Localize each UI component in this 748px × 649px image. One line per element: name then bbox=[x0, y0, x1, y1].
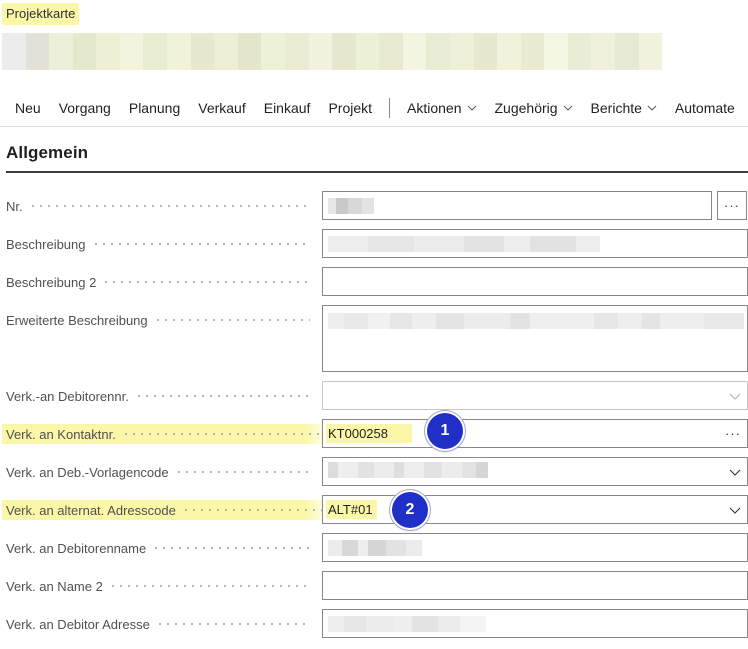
chevron-down-icon bbox=[729, 469, 741, 476]
redacted-value bbox=[328, 615, 486, 632]
label-kontaktnr: Verk. an Kontaktnr. bbox=[2, 424, 332, 444]
action-einkauf[interactable]: Einkauf bbox=[255, 89, 320, 126]
nr-assist-button[interactable]: ··· bbox=[717, 191, 747, 220]
action-planung[interactable]: Planung bbox=[120, 89, 189, 126]
label-adresscode: Verk. an alternat. Adresscode bbox=[2, 500, 332, 520]
action-automate[interactable]: Automate bbox=[666, 89, 744, 126]
chevron-down-icon bbox=[729, 507, 741, 514]
action-berichte-menu[interactable]: Berichte bbox=[582, 89, 666, 126]
adresscode-value: ALT#01 bbox=[326, 500, 377, 519]
label-debitorennr: Verk.-an Debitorennr. bbox=[2, 386, 318, 406]
label-vorlagencode: Verk. an Deb.-Vorlagencode bbox=[2, 462, 318, 482]
action-aktionen-label: Aktionen bbox=[407, 99, 462, 116]
redacted-value bbox=[328, 313, 744, 329]
adresscode-select[interactable]: ALT#01 bbox=[322, 495, 748, 524]
label-nr: Nr. bbox=[2, 196, 318, 216]
chevron-down-icon bbox=[647, 105, 657, 111]
page-type-label: Projektkarte bbox=[2, 3, 80, 25]
action-berichte-label: Berichte bbox=[590, 99, 642, 116]
section-header-allgemein[interactable]: Allgemein bbox=[6, 143, 748, 173]
kontaktnr-assist-button[interactable]: ··· bbox=[725, 426, 741, 441]
erweiterte-beschreibung-field[interactable] bbox=[322, 305, 748, 372]
debitor-adresse-field[interactable] bbox=[322, 609, 748, 638]
beschreibung-2-field[interactable] bbox=[322, 267, 748, 296]
redacted-value bbox=[328, 235, 600, 252]
action-verkauf[interactable]: Verkauf bbox=[189, 89, 254, 126]
annotation-badge-1: 1 bbox=[427, 413, 463, 449]
label-beschreibung-2: Beschreibung 2 bbox=[2, 272, 318, 292]
redacted-value bbox=[328, 197, 374, 214]
nr-field[interactable] bbox=[322, 191, 712, 220]
label-debitor-adresse: Verk. an Debitor Adresse bbox=[2, 614, 318, 634]
action-neu[interactable]: Neu bbox=[6, 89, 50, 126]
redacted-value bbox=[328, 539, 422, 556]
action-projekt[interactable]: Projekt bbox=[319, 89, 381, 126]
annotation-badge-2: 2 bbox=[392, 492, 428, 528]
vorlagencode-select[interactable] bbox=[322, 457, 748, 486]
action-zugehoerig-menu[interactable]: Zugehörig bbox=[486, 89, 582, 126]
kontaktnr-field[interactable]: KT000258 ··· bbox=[322, 419, 748, 448]
section-title: Allgemein bbox=[6, 143, 89, 162]
redacted-value bbox=[328, 462, 488, 478]
beschreibung-field[interactable] bbox=[322, 229, 748, 258]
name-2-field[interactable] bbox=[322, 571, 748, 600]
label-name-2: Verk. an Name 2 bbox=[2, 576, 318, 596]
action-bar: Neu Vorgang Planung Verkauf Einkauf Proj… bbox=[0, 89, 748, 127]
chevron-down-icon bbox=[729, 393, 741, 400]
debitorennr-select[interactable] bbox=[322, 381, 748, 410]
kontaktnr-value: KT000258 bbox=[326, 424, 412, 443]
label-debitorenname: Verk. an Debitorenname bbox=[2, 538, 318, 558]
chevron-down-icon bbox=[563, 105, 572, 111]
record-title-redacted bbox=[2, 33, 662, 70]
action-vorgang[interactable]: Vorgang bbox=[50, 89, 120, 126]
action-separator bbox=[389, 97, 391, 118]
debitorenname-field[interactable] bbox=[322, 533, 748, 562]
label-beschreibung: Beschreibung bbox=[2, 234, 318, 254]
action-aktionen-menu[interactable]: Aktionen bbox=[398, 89, 485, 126]
label-erweiterte-beschreibung: Erweiterte Beschreibung bbox=[2, 310, 318, 330]
chevron-down-icon bbox=[467, 105, 476, 111]
action-zugehoerig-label: Zugehörig bbox=[494, 99, 558, 116]
